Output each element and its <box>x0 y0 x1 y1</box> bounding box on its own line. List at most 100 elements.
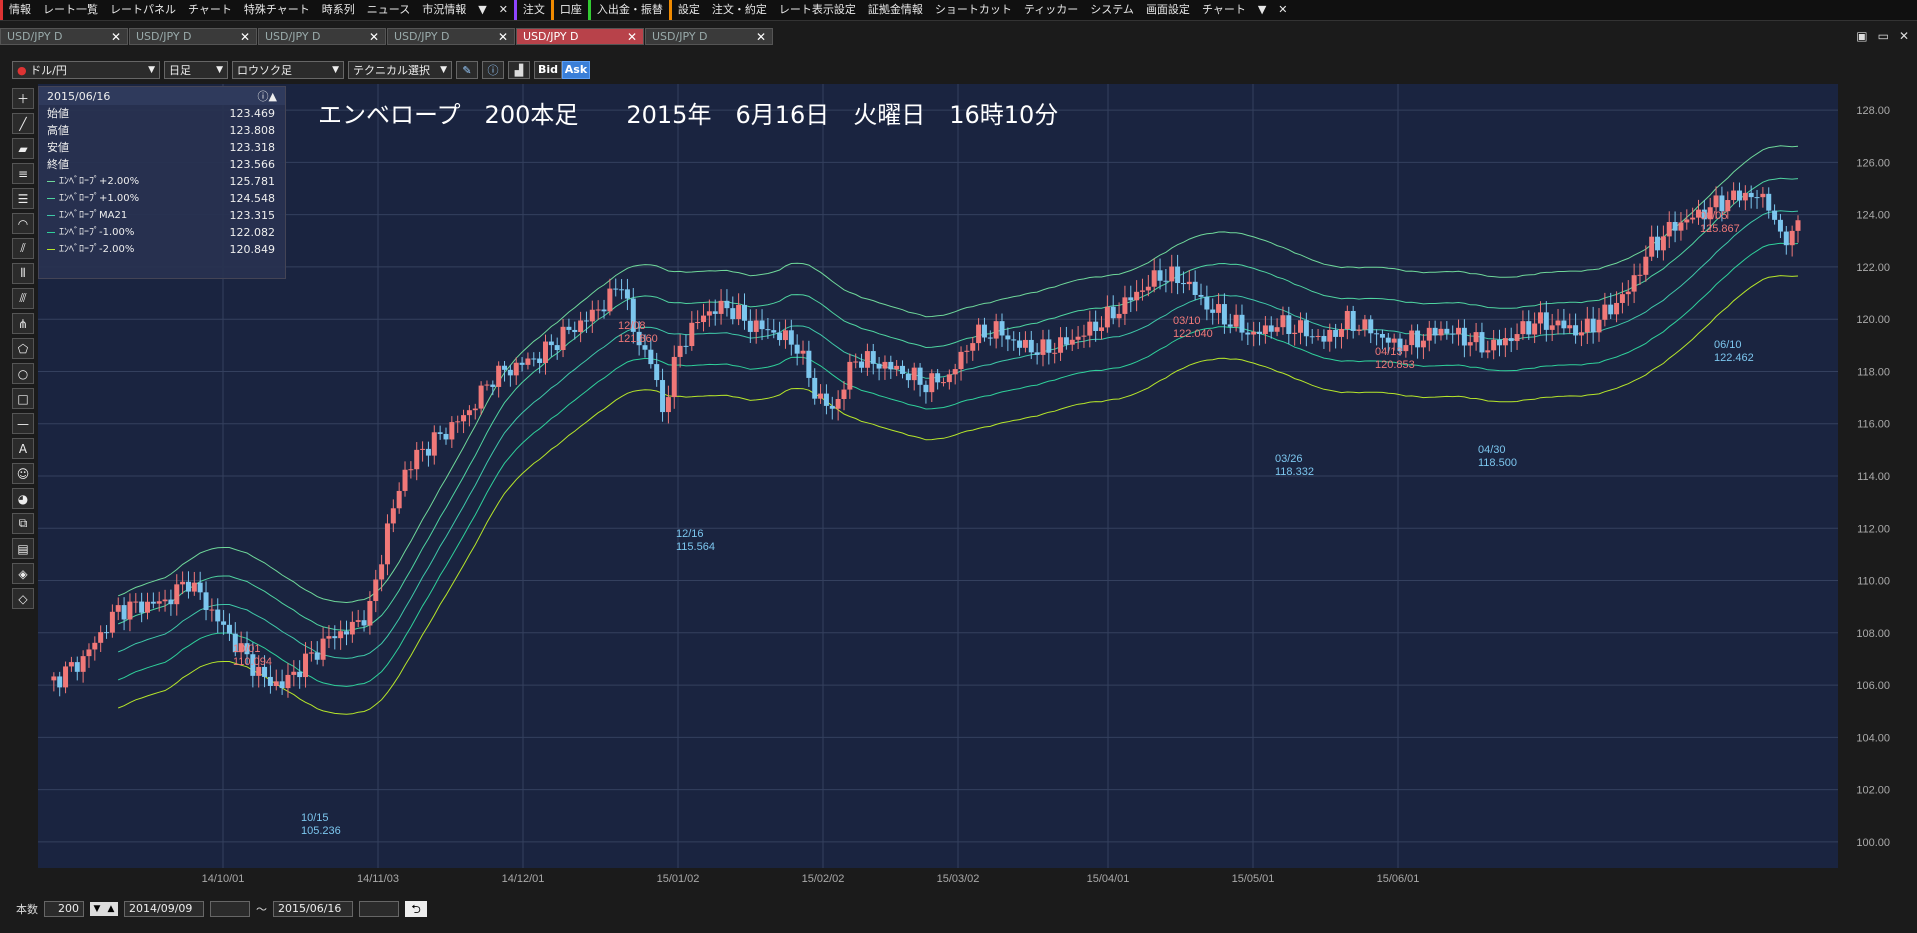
close-tab-icon[interactable]: ✕ <box>369 30 379 44</box>
menu-item[interactable]: 証拠金情報 <box>862 0 929 20</box>
chart-type-select[interactable]: ロウソク足 ▼ <box>232 61 344 79</box>
period-select[interactable]: 日足 ▼ <box>164 61 228 79</box>
trendline-icon[interactable]: ╱ <box>12 113 34 134</box>
candle-body <box>1731 190 1737 201</box>
close-icon[interactable]: ✕ <box>1899 29 1909 43</box>
menu-item[interactable]: 設定 <box>668 0 706 20</box>
maximize-icon[interactable]: ▣ <box>1856 29 1867 43</box>
menu-item[interactable]: 口座 <box>550 0 588 20</box>
menu-item[interactable]: ✕ <box>493 0 514 20</box>
currency-pair-select[interactable]: ● ドル/円 ▼ <box>12 61 160 79</box>
menu-item[interactable]: チャート <box>1196 0 1252 20</box>
chart-tab[interactable]: USD/JPY D ✕ <box>129 28 257 45</box>
menu-item[interactable]: ▼ <box>472 0 492 20</box>
menu-item[interactable]: レート一覧 <box>37 0 104 20</box>
menu-item[interactable]: レートパネル <box>104 0 182 20</box>
chart-tab[interactable]: USD/JPY D ✕ <box>258 28 386 45</box>
chart-tab[interactable]: USD/JPY D ✕ <box>645 28 773 45</box>
menu-item[interactable]: ✕ <box>1272 0 1293 20</box>
bid-button[interactable]: Bid <box>534 61 562 79</box>
menu-item[interactable]: システム <box>1084 0 1140 20</box>
candlestick-chart[interactable]: 100.00 102.00 104.00 106.00 108.00 110.00 112.… <box>38 84 1917 898</box>
horizontal-lines-icon[interactable]: ≡ <box>12 163 34 184</box>
count-field[interactable]: 200 <box>44 901 84 917</box>
copy-icon[interactable]: ⧉ <box>12 513 34 534</box>
from-date-field[interactable]: 2014/09/09 <box>124 901 204 917</box>
crosshair-icon[interactable]: ＋ <box>12 88 34 109</box>
candle-body <box>853 361 859 363</box>
ruler-icon[interactable]: ▰ <box>12 138 34 159</box>
menu-item[interactable]: ▼ <box>1252 0 1272 20</box>
menu-item[interactable]: 注文 <box>513 0 551 20</box>
legend-swatch <box>47 248 55 250</box>
chart-area[interactable]: 100.00 102.00 104.00 106.00 108.00 110.00 112.… <box>38 84 1917 898</box>
close-tab-icon[interactable]: ✕ <box>498 30 508 44</box>
close-tab-icon[interactable]: ✕ <box>111 30 121 44</box>
menu-item[interactable]: 市況情報 <box>416 0 472 20</box>
icon-stamp-icon[interactable]: ☺ <box>12 463 34 484</box>
menu-item[interactable]: 入出金・振替 <box>587 0 669 20</box>
hline-icon[interactable]: — <box>12 413 34 434</box>
candle-body <box>935 373 941 383</box>
candle-body <box>1192 281 1198 295</box>
menu-item[interactable]: 情報 <box>0 0 37 20</box>
eraser-all-icon[interactable]: ◇ <box>12 588 34 609</box>
menu-item[interactable]: 注文・約定 <box>706 0 773 20</box>
close-tab-icon[interactable]: ✕ <box>756 30 766 44</box>
candle-body <box>847 361 853 390</box>
text-icon[interactable]: A <box>12 438 34 459</box>
from-time-field[interactable] <box>210 901 250 917</box>
fibonacci-icon[interactable]: ☰ <box>12 188 34 209</box>
menu-item[interactable]: ショートカット <box>929 0 1018 20</box>
chart-tab[interactable]: USD/JPY D ✕ <box>516 28 644 45</box>
technical-select[interactable]: テクニカル選択 ▼ <box>348 61 452 79</box>
paste-icon[interactable]: ▤ <box>12 538 34 559</box>
menu-item[interactable]: 特殊チャート <box>238 0 316 20</box>
info-icon[interactable]: ⓘ <box>482 61 504 79</box>
y-tick-label: 120.00 <box>1856 314 1890 326</box>
menu-item[interactable]: 画面設定 <box>1140 0 1196 20</box>
to-time-field[interactable] <box>359 901 399 917</box>
y-tick-label: 110.00 <box>1857 576 1890 588</box>
candle-body <box>701 315 707 323</box>
decrement-button[interactable]: ▼ <box>90 902 104 916</box>
menu-item[interactable]: チャート <box>182 0 238 20</box>
arc-icon[interactable]: ◠ <box>12 213 34 234</box>
vertical-lines-icon[interactable]: ⦀ <box>12 263 34 284</box>
menu-item[interactable]: ニュース <box>361 0 416 20</box>
menu-item[interactable]: 時系列 <box>316 0 361 20</box>
pencil-icon[interactable]: ✎ <box>456 61 478 79</box>
increment-button[interactable]: ▲ <box>104 902 118 916</box>
chart-tab[interactable]: USD/JPY D ✕ <box>0 28 128 45</box>
candle-body <box>794 344 800 354</box>
candle-body <box>1292 332 1298 334</box>
info-panel-controls[interactable]: ⓘ▲ <box>258 88 277 104</box>
candle-body <box>466 410 472 416</box>
channel-icon[interactable]: ⫻ <box>12 288 34 309</box>
ask-button[interactable]: Ask <box>562 61 590 79</box>
candle-body <box>496 365 502 387</box>
circle-icon[interactable]: ○ <box>12 363 34 384</box>
to-date-field[interactable]: 2015/06/16 <box>273 901 353 917</box>
rectangle-icon[interactable]: □ <box>12 388 34 409</box>
candle-body <box>823 393 829 406</box>
refresh-icon[interactable]: ⮌ <box>405 901 427 917</box>
close-tab-icon[interactable]: ✕ <box>627 30 637 44</box>
fan-icon[interactable]: ⫽ <box>12 238 34 259</box>
close-tab-icon[interactable]: ✕ <box>240 30 250 44</box>
pitchfork-icon[interactable]: ⋔ <box>12 313 34 334</box>
minimize-icon[interactable]: ▭ <box>1878 29 1889 43</box>
candle-body <box>215 609 221 622</box>
menu-item[interactable]: レート表示設定 <box>773 0 862 20</box>
eraser-icon[interactable]: ◈ <box>12 563 34 584</box>
pentagon-icon[interactable]: ⬠ <box>12 338 34 359</box>
candle-body <box>1221 304 1227 325</box>
y-tick-label: 108.00 <box>1856 628 1890 640</box>
ohlc-key: 高値 <box>47 124 69 137</box>
volume-icon[interactable]: ▟ <box>508 61 530 79</box>
magnet-icon[interactable]: ◕ <box>12 488 34 509</box>
candle-body <box>1719 195 1725 212</box>
menu-item[interactable]: ティッカー <box>1018 0 1084 20</box>
candle-body <box>736 304 742 320</box>
chart-tab[interactable]: USD/JPY D ✕ <box>387 28 515 45</box>
